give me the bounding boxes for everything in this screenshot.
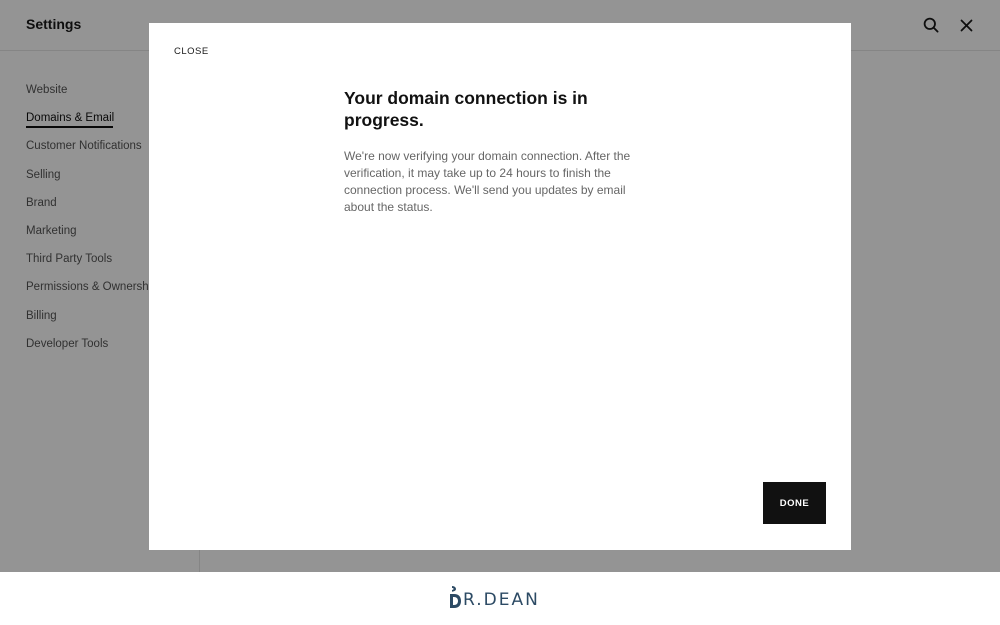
brand-mark-icon [450,586,461,608]
brand-bar: R.DEAN [0,572,1000,625]
modal-body-text: We're now verifying your domain connecti… [344,149,631,214]
modal-close-button[interactable]: CLOSE [174,46,209,57]
brand-wordmark: R.DEAN [463,590,540,610]
domain-progress-modal: CLOSE Your domain connection is in progr… [149,23,851,550]
brand-logo: R.DEAN [448,585,540,609]
modal-heading: Your domain connection is in progress. [344,88,588,130]
done-button[interactable]: DONE [763,482,826,524]
